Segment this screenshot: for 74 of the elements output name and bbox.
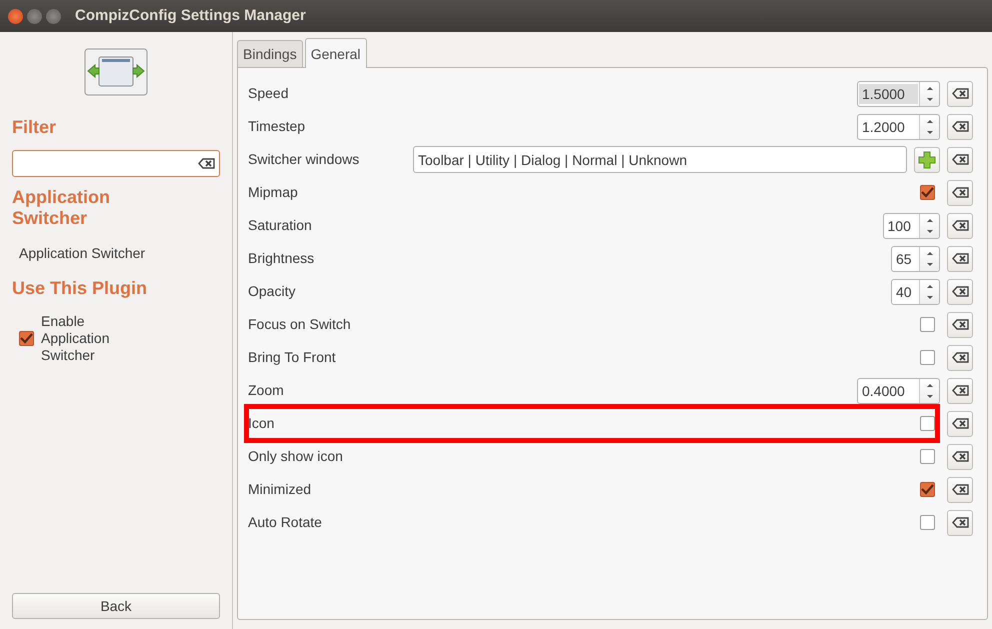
clear-icon — [952, 121, 968, 132]
clear-icon — [952, 286, 968, 297]
checkbox[interactable] — [920, 416, 934, 431]
reset-button[interactable] — [947, 180, 973, 206]
checkbox[interactable] — [19, 331, 34, 346]
reset-button[interactable] — [947, 510, 973, 536]
setting-label: Switcher windows — [248, 150, 360, 169]
setting-label: Zoom — [248, 381, 285, 400]
spin-field[interactable]: 0.4000 — [857, 378, 940, 404]
list-field[interactable]: Toolbar | Utility | Dialog | Normal | Unknown — [413, 146, 907, 173]
setting-label: Brightness — [248, 249, 316, 268]
spin-field[interactable]: 100 — [882, 212, 940, 238]
reset-button[interactable] — [947, 476, 973, 502]
spin-field[interactable]: 65 — [891, 246, 940, 272]
spin-field[interactable]: 1.2000 — [857, 114, 940, 140]
tab[interactable]: Bindings — [237, 40, 303, 67]
setting-label: Saturation — [248, 216, 313, 235]
setting-label: Focus on Switch — [248, 315, 352, 334]
clear-icon — [952, 187, 968, 198]
clear-icon — [952, 154, 968, 165]
maximize-button[interactable] — [46, 8, 61, 24]
reset-button[interactable] — [947, 278, 973, 304]
reset-button[interactable] — [947, 114, 973, 140]
setting-label: Auto Rotate — [248, 513, 323, 532]
tab[interactable]: General — [304, 38, 367, 68]
clear-icon — [952, 220, 968, 231]
clear-icon — [198, 158, 215, 169]
add-button[interactable] — [914, 146, 940, 172]
setting-label: Icon — [248, 414, 276, 433]
clear-icon — [952, 418, 968, 429]
reset-button[interactable] — [947, 344, 973, 370]
clear-icon — [952, 319, 968, 330]
filter-field[interactable] — [12, 150, 220, 177]
checkbox[interactable] — [920, 317, 934, 332]
clear-icon — [952, 451, 968, 462]
setting-label: Mipmap — [248, 183, 299, 202]
section-heading: Filter — [12, 117, 58, 138]
clear-icon — [952, 517, 968, 528]
reset-button[interactable] — [947, 444, 973, 470]
plus-icon — [918, 150, 936, 168]
checkbox[interactable] — [920, 515, 934, 530]
setting-label: Only show icon — [248, 447, 344, 466]
setting-label: Minimized — [248, 480, 312, 499]
section-heading: Use This Plugin — [12, 278, 148, 299]
clear-icon — [952, 385, 968, 396]
checkbox-label: Enable Application Switcher — [41, 313, 110, 364]
reset-button[interactable] — [947, 312, 973, 338]
spin-field[interactable]: 1.5000 — [857, 80, 940, 106]
clear-icon — [952, 88, 968, 99]
setting-label: Speed — [248, 84, 290, 103]
minimize-button[interactable] — [27, 8, 42, 24]
reset-button[interactable] — [947, 80, 973, 106]
setting-label: Timestep — [248, 117, 306, 136]
window-title: CompizConfig Settings Manager — [75, 6, 306, 26]
reset-button[interactable] — [947, 410, 973, 436]
section-heading: Application Switcher — [12, 187, 111, 229]
setting-label: Bring To Front — [248, 348, 337, 367]
reset-button[interactable] — [947, 146, 973, 172]
plugin-name: Application Switcher — [19, 244, 146, 263]
checkbox[interactable] — [920, 185, 934, 200]
clear-icon — [952, 352, 968, 363]
plugin-icon — [84, 48, 148, 96]
back-button[interactable]: Back — [12, 593, 220, 619]
checkbox[interactable] — [920, 482, 934, 497]
checkbox[interactable] — [920, 449, 934, 464]
reset-button[interactable] — [947, 212, 973, 238]
clear-icon — [952, 484, 968, 495]
checkbox[interactable] — [920, 350, 934, 365]
spin-field[interactable]: 40 — [891, 278, 940, 304]
close-button[interactable] — [8, 8, 23, 24]
clear-icon — [952, 253, 968, 264]
reset-button[interactable] — [947, 378, 973, 404]
reset-button[interactable] — [947, 246, 973, 272]
setting-label: Opacity — [248, 282, 296, 301]
